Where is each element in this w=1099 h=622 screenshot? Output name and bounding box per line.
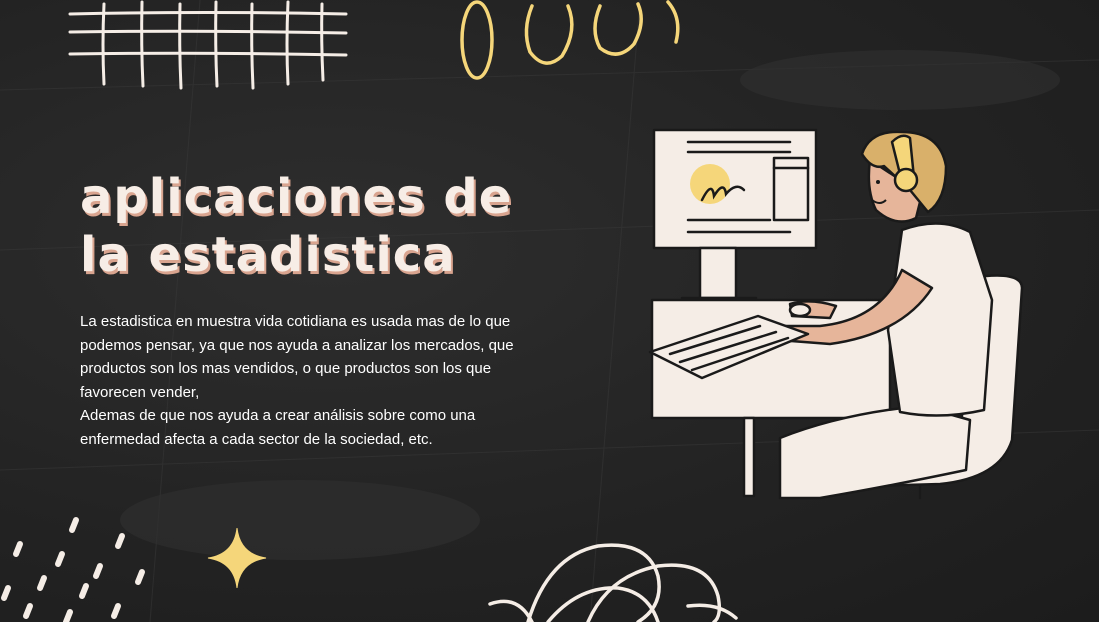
dash-marks-doodle: [1, 517, 145, 622]
body-paragraph-1: La estadistica en muestra vida cotidiana…: [80, 313, 514, 401]
scribble-loops-doodle: [488, 543, 738, 622]
title-line-2: la estadistica: [80, 227, 456, 283]
person-at-computer-illustration: [648, 128, 1024, 500]
slide-title: aplicaciones de la estadistica: [80, 168, 600, 284]
slide: aplicaciones de la estadistica La estadi…: [0, 0, 1099, 622]
sparkle-star-icon: [207, 527, 267, 589]
grid-doodle: [68, 0, 348, 90]
body-paragraph-2: Ademas de que nos ayuda a crear análisis…: [80, 407, 476, 448]
title-line-1: aplicaciones de: [80, 169, 513, 225]
body-text: La estadistica en muestra vida cotidiana…: [80, 310, 540, 451]
oval-doodles: [460, 0, 680, 80]
